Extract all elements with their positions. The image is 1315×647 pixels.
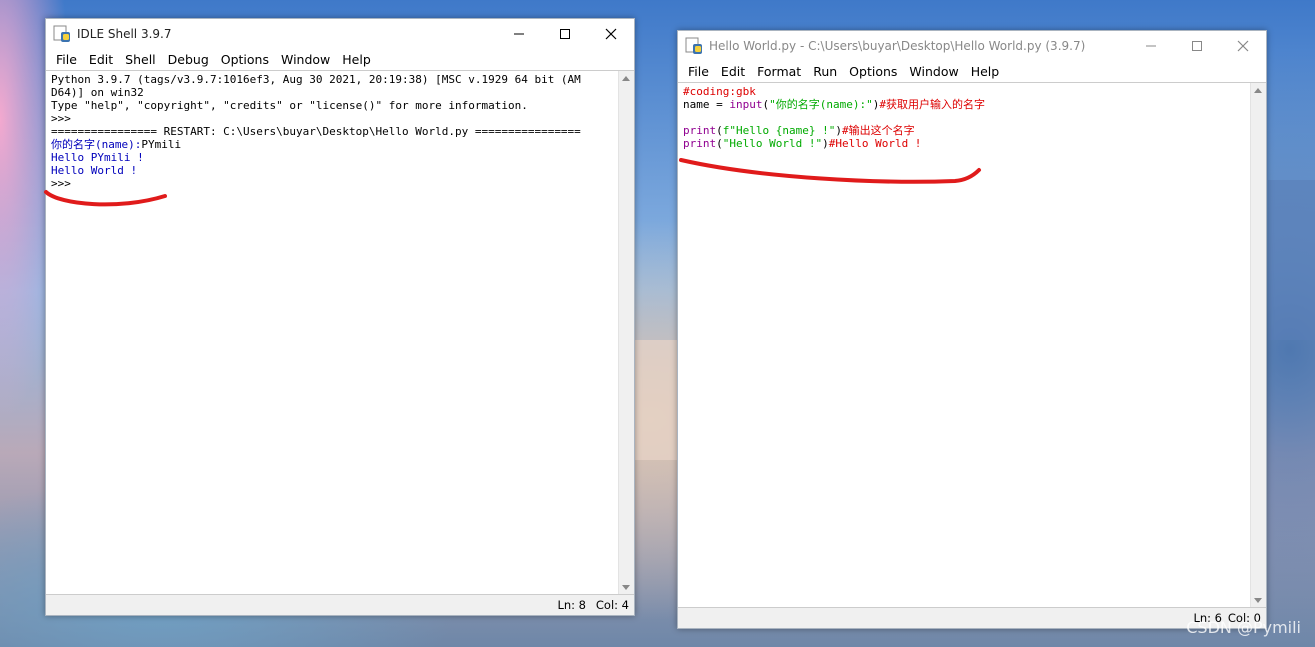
line-number: Ln: 8 xyxy=(557,598,586,612)
shell-titlebar[interactable]: IDLE Shell 3.9.7 xyxy=(46,19,634,49)
user-input-value: PYmili xyxy=(141,138,182,151)
editor-window: Hello World.py - C:\Users\buyar\Desktop\… xyxy=(677,30,1267,629)
watermark: CSDN @Pymili xyxy=(1186,618,1301,637)
menu-options[interactable]: Options xyxy=(843,64,903,79)
menu-debug[interactable]: Debug xyxy=(162,52,215,67)
shell-line: D64)] on win32 xyxy=(51,86,144,99)
shell-text-area[interactable]: Python 3.9.7 (tags/v3.9.7:1016ef3, Aug 3… xyxy=(46,70,634,595)
source-code: #coding:gbk name = input("你的名字(name):")#… xyxy=(678,83,1266,152)
menu-window[interactable]: Window xyxy=(903,64,964,79)
editor-titlebar[interactable]: Hello World.py - C:\Users\buyar\Desktop\… xyxy=(678,31,1266,61)
menu-help[interactable]: Help xyxy=(336,52,377,67)
shell-menubar: File Edit Shell Debug Options Window Hel… xyxy=(46,49,634,69)
shell-output: Python 3.9.7 (tags/v3.9.7:1016ef3, Aug 3… xyxy=(46,71,634,192)
code-string: "Hello World !" xyxy=(722,137,823,150)
code-text: name = xyxy=(683,98,730,111)
shell-statusbar: Ln: 8 Col: 4 xyxy=(46,594,634,615)
menu-edit[interactable]: Edit xyxy=(83,52,119,67)
code-text: ) xyxy=(822,137,829,150)
maximize-button[interactable] xyxy=(542,19,588,49)
shell-line: Python 3.9.7 (tags/v3.9.7:1016ef3, Aug 3… xyxy=(51,73,581,86)
menu-window[interactable]: Window xyxy=(275,52,336,67)
idle-shell-window: IDLE Shell 3.9.7 File Edit Shell Debug O… xyxy=(45,18,635,616)
editor-menubar: File Edit Format Run Options Window Help xyxy=(678,61,1266,81)
shell-line: Type "help", "copyright", "credits" or "… xyxy=(51,99,528,112)
code-comment: #Hello World ! xyxy=(828,137,922,150)
minimize-button[interactable] xyxy=(496,19,542,49)
code-comment: #输出这个名字 xyxy=(841,124,915,137)
column-number: Col: 4 xyxy=(595,598,629,612)
menu-run[interactable]: Run xyxy=(807,64,843,79)
code-builtin: print xyxy=(683,137,717,150)
close-button[interactable] xyxy=(1220,31,1266,61)
restart-line: ================ RESTART: C:\Users\buyar… xyxy=(51,125,581,138)
code-string: "你的名字(name):" xyxy=(769,98,873,111)
shell-scrollbar[interactable] xyxy=(618,71,634,595)
code-comment: #coding:gbk xyxy=(683,85,756,98)
editor-title: Hello World.py - C:\Users\buyar\Desktop\… xyxy=(709,39,1086,53)
code-string: f"Hello {name} !" xyxy=(722,124,836,137)
menu-file[interactable]: File xyxy=(682,64,715,79)
background-building xyxy=(632,340,682,460)
shell-title: IDLE Shell 3.9.7 xyxy=(77,27,172,41)
scroll-down-icon[interactable] xyxy=(622,585,630,590)
menu-shell[interactable]: Shell xyxy=(119,52,162,67)
menu-file[interactable]: File xyxy=(50,52,83,67)
menu-help[interactable]: Help xyxy=(965,64,1006,79)
menu-format[interactable]: Format xyxy=(751,64,807,79)
shell-prompt: >>> xyxy=(51,112,71,125)
scroll-down-icon[interactable] xyxy=(1254,598,1262,603)
code-builtin: input xyxy=(729,98,763,111)
background-house xyxy=(1268,180,1315,340)
python-icon xyxy=(53,25,71,43)
scroll-up-icon[interactable] xyxy=(1254,88,1262,93)
close-button[interactable] xyxy=(588,19,634,49)
maximize-button[interactable] xyxy=(1174,31,1220,61)
python-file-icon xyxy=(685,37,703,55)
editor-scrollbar[interactable] xyxy=(1250,83,1266,608)
input-prompt-label: 你的名字(name): xyxy=(51,138,142,151)
code-comment: #获取用户输入的名字 xyxy=(879,98,985,111)
code-text: ( xyxy=(716,137,723,150)
menu-options[interactable]: Options xyxy=(215,52,275,67)
shell-prompt: >>> xyxy=(51,177,71,190)
minimize-button[interactable] xyxy=(1128,31,1174,61)
editor-statusbar: Ln: 6 Col: 0 xyxy=(678,607,1266,628)
output-line: Hello PYmili ! xyxy=(51,151,144,164)
scroll-up-icon[interactable] xyxy=(622,76,630,81)
output-line: Hello World ! xyxy=(51,164,138,177)
menu-edit[interactable]: Edit xyxy=(715,64,751,79)
code-text: ) xyxy=(835,124,842,137)
code-builtin: print xyxy=(683,124,717,137)
code-editor[interactable]: #coding:gbk name = input("你的名字(name):")#… xyxy=(678,82,1266,608)
code-text: ( xyxy=(716,124,723,137)
